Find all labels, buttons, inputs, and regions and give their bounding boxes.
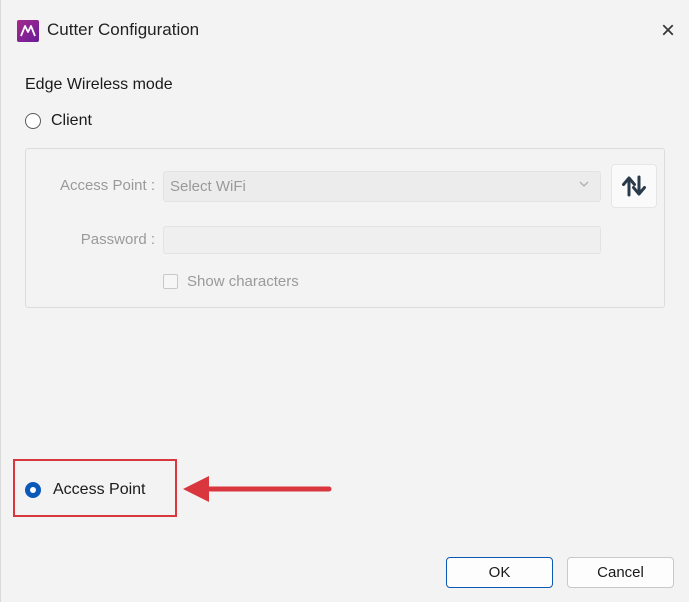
ok-button[interactable]: OK (446, 557, 553, 588)
client-radio-label[interactable]: Client (51, 112, 92, 130)
app-logo-icon (17, 20, 39, 42)
highlight-box (13, 459, 177, 517)
wifi-select-dropdown[interactable]: Select WiFi (163, 171, 601, 202)
refresh-wifi-button[interactable] (611, 164, 657, 208)
wifi-select-value: Select WiFi (170, 178, 246, 195)
red-arrow-left-icon (183, 476, 332, 502)
close-button[interactable]: × (651, 14, 685, 48)
access-point-field-label: Access Point : (59, 177, 155, 194)
edge-wireless-mode-label: Edge Wireless mode (25, 76, 173, 93)
password-input[interactable] (163, 226, 601, 254)
chevron-down-icon (578, 177, 590, 194)
cancel-button[interactable]: Cancel (567, 557, 674, 588)
title-bar: Cutter Configuration × (1, 0, 689, 62)
dialog-title: Cutter Configuration (47, 20, 200, 39)
refresh-arrows-icon (622, 175, 646, 197)
show-characters-checkbox[interactable] (163, 274, 178, 289)
password-field-label: Password : (80, 231, 155, 248)
client-radio[interactable] (25, 113, 41, 129)
cutter-configuration-dialog: Cutter Configuration × Edge Wireless mod… (0, 0, 689, 602)
show-characters-label[interactable]: Show characters (187, 273, 299, 290)
